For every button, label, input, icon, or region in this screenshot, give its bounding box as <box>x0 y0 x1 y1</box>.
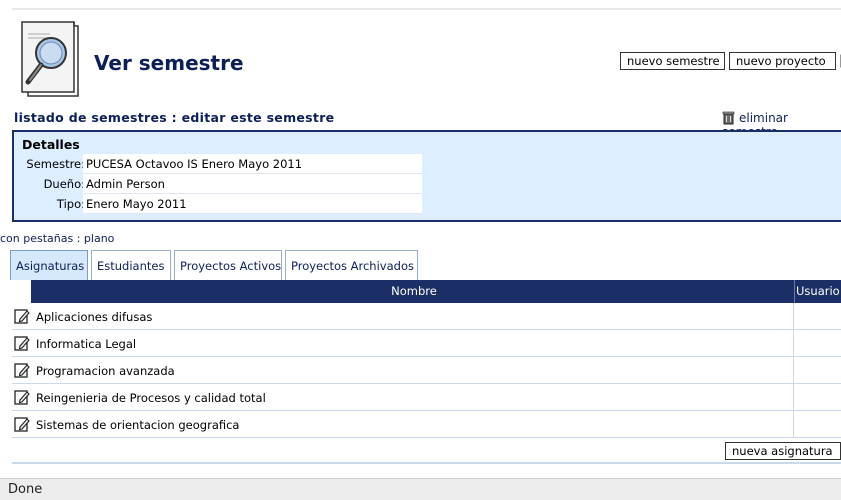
status-bar: Done <box>0 478 841 500</box>
edit-icon[interactable] <box>14 416 30 432</box>
edit-icon[interactable] <box>14 389 30 405</box>
table-footer: nueva asignatura <box>12 438 841 464</box>
details-label: Semestre: <box>26 157 85 171</box>
column-divider <box>793 411 794 438</box>
tab-proyectos-activos[interactable]: Proyectos Activos <box>174 250 282 280</box>
details-title: Detalles <box>22 137 80 152</box>
details-value: Enero Mayo 2011 <box>83 194 422 214</box>
edit-icon[interactable] <box>14 335 30 351</box>
table-row: Reingenieria de Procesos y calidad total <box>12 384 841 411</box>
page-title: Ver semestre <box>94 51 244 75</box>
page-header: Ver semestre nuevo semestre nuevo proyec… <box>12 10 841 105</box>
column-divider <box>793 357 794 384</box>
edit-icon[interactable] <box>14 362 30 378</box>
edit-icon[interactable] <box>14 308 30 324</box>
column-header-nombre[interactable]: Nombre <box>34 280 794 303</box>
table-row: Informatica Legal <box>12 330 841 357</box>
table-header: Nombre Usuario <box>12 280 841 303</box>
document-magnifier-icon <box>21 21 79 97</box>
trash-icon <box>722 111 735 125</box>
details-row-semester: Semestre: PUCESA Octavoo IS Enero Mayo 2… <box>14 154 434 174</box>
table-row: Sistemas de orientacion geografica <box>12 411 841 438</box>
subject-name[interactable]: Informatica Legal <box>36 337 136 351</box>
details-row-owner: Dueño: Admin Person <box>14 174 434 194</box>
details-label: Tipo: <box>56 197 85 211</box>
column-header-usuario[interactable]: Usuario <box>796 280 840 303</box>
table-row: Programacion avanzada <box>12 357 841 384</box>
tab-proyectos-archivados[interactable]: Proyectos Archivados <box>285 250 418 280</box>
top-band <box>0 0 841 8</box>
column-divider <box>793 330 794 357</box>
tabs-mode-caption[interactable]: con pestañas : plano <box>0 232 114 245</box>
header-corner <box>12 280 33 303</box>
column-divider <box>793 384 794 411</box>
subject-name[interactable]: Programacion avanzada <box>36 364 175 378</box>
details-panel: Detalles Semestre: PUCESA Octavoo IS Ene… <box>12 130 841 222</box>
new-project-button[interactable]: nuevo proyecto <box>729 52 836 70</box>
status-text: Done <box>8 482 43 497</box>
subject-name[interactable]: Sistemas de orientacion geografica <box>36 418 239 432</box>
tab-estudiantes[interactable]: Estudiantes <box>91 250 171 280</box>
new-semester-button[interactable]: nuevo semestre <box>620 52 725 70</box>
subject-name[interactable]: Aplicaciones difusas <box>36 310 152 324</box>
details-row-type: Tipo: Enero Mayo 2011 <box>14 194 434 214</box>
details-label: Dueño: <box>43 177 85 191</box>
table-row: Aplicaciones difusas <box>12 303 841 330</box>
subject-name[interactable]: Reingenieria de Procesos y calidad total <box>36 391 266 405</box>
column-divider <box>793 303 794 330</box>
details-value: PUCESA Octavoo IS Enero Mayo 2011 <box>83 154 422 174</box>
new-subject-button[interactable]: nueva asignatura <box>725 442 841 460</box>
breadcrumb[interactable]: listado de semestres : editar este semes… <box>14 110 334 125</box>
details-value: Admin Person <box>83 174 422 194</box>
column-divider <box>794 280 795 303</box>
tab-asignaturas[interactable]: Asignaturas <box>10 250 88 280</box>
